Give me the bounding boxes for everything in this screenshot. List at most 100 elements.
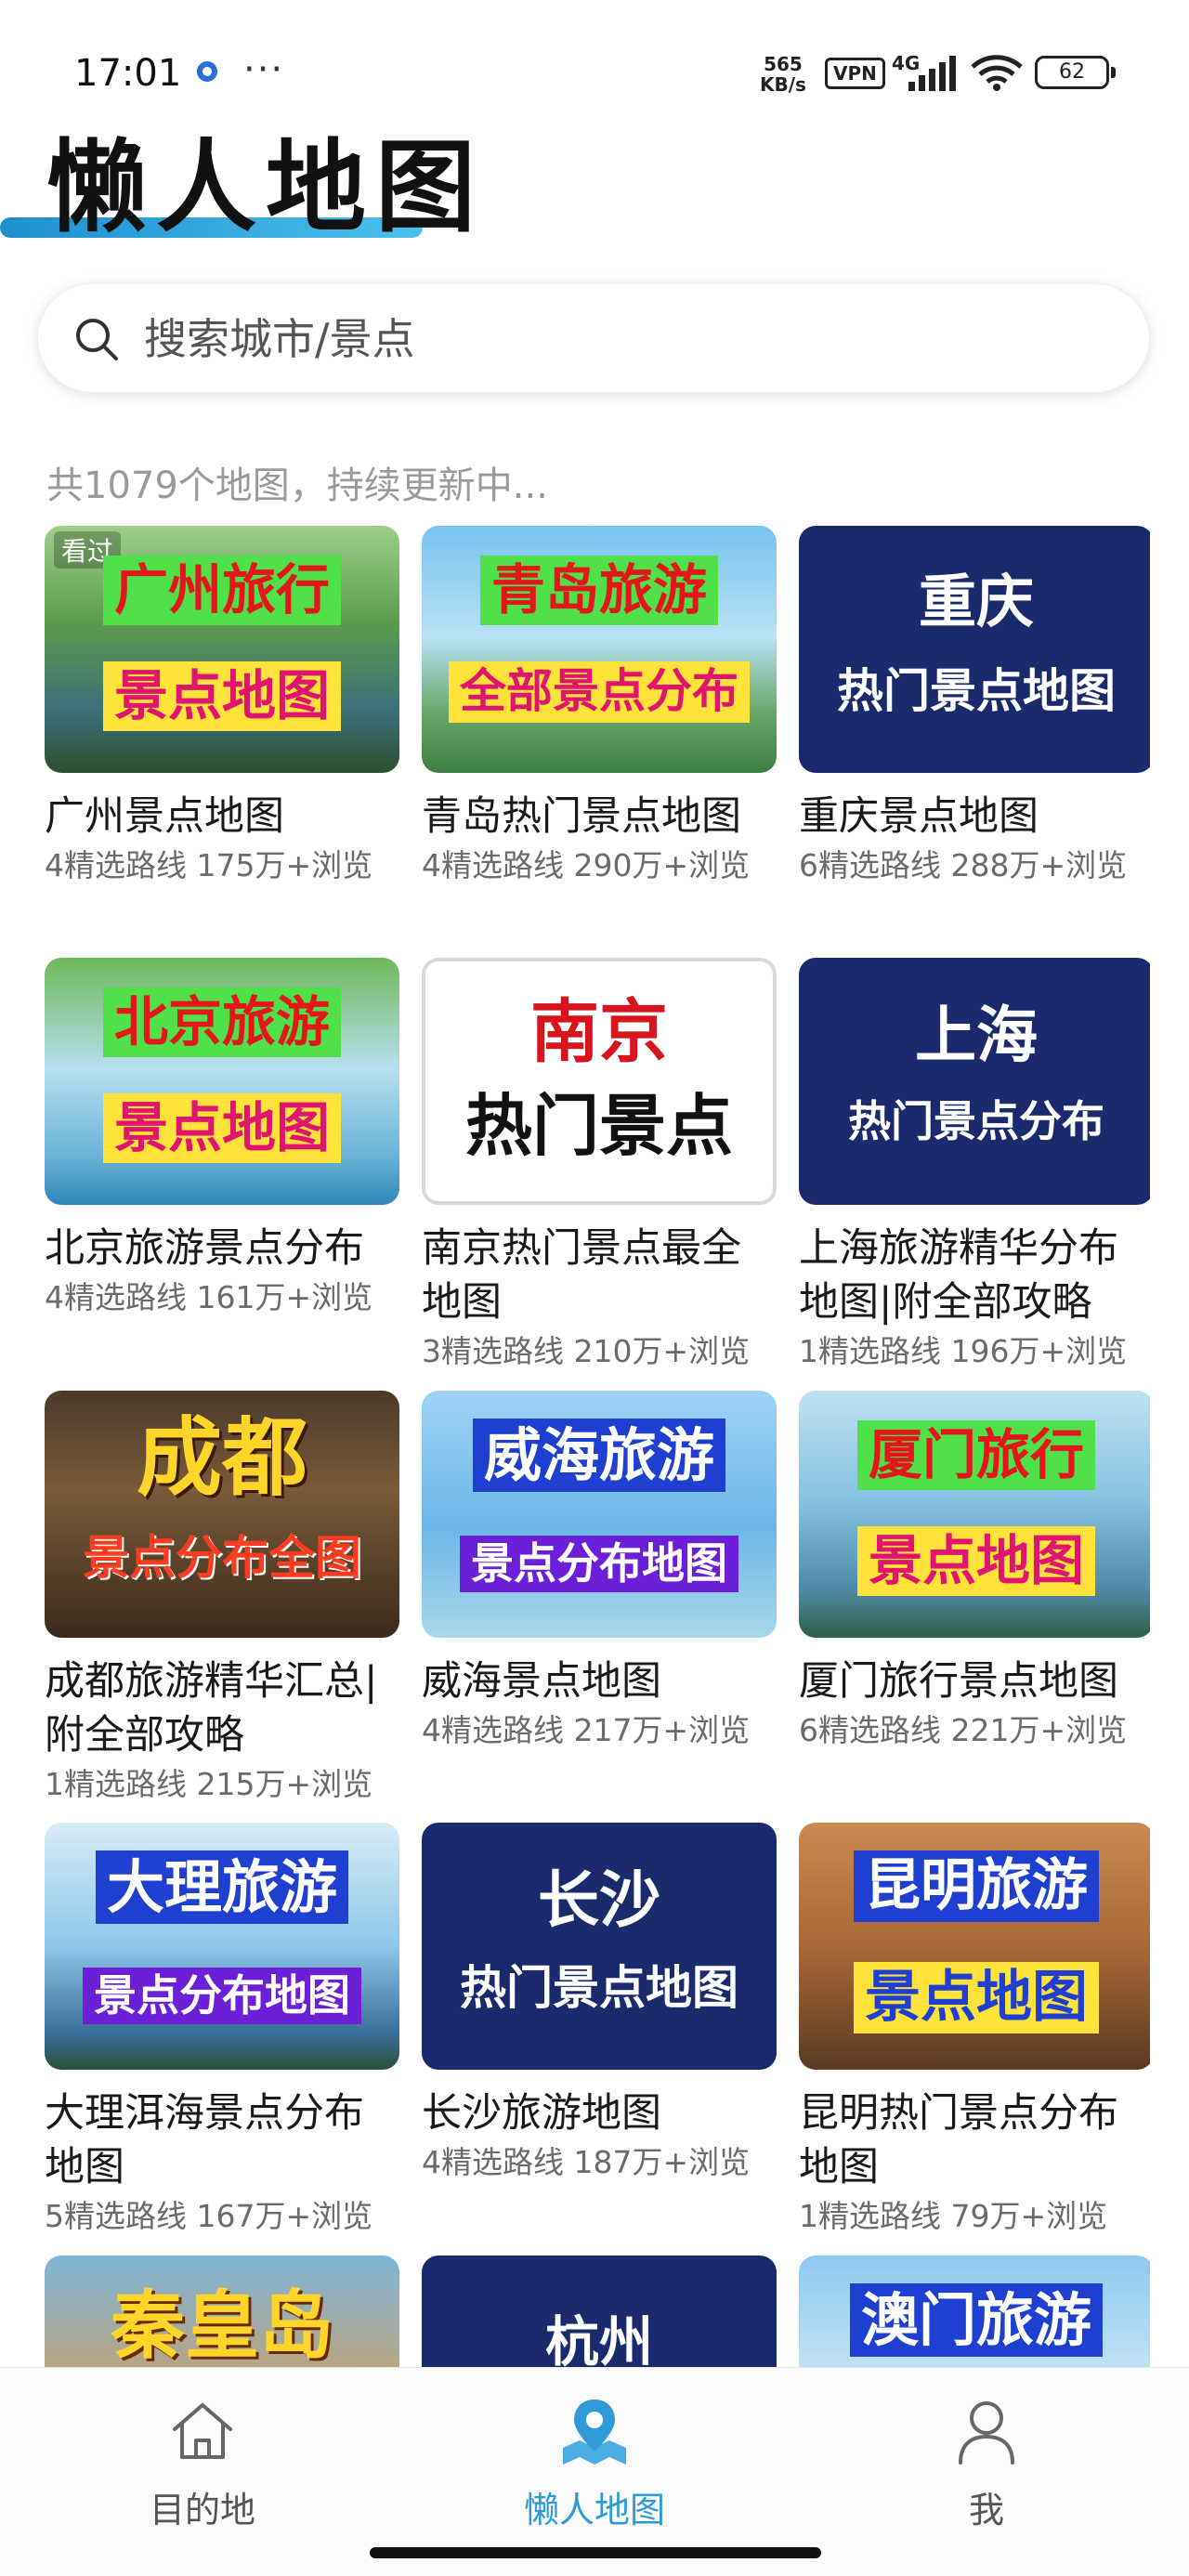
map-stats: 1精选路线 196万+浏览 [799, 1333, 1128, 1369]
home-icon [173, 2403, 232, 2459]
map-thumbnail: 看过 广州旅行 景点地图 [45, 526, 399, 773]
thumb-title: 北京旅游 [102, 987, 342, 1057]
thumb-title: 昆明旅游 [854, 1850, 1099, 1922]
map-thumbnail: 厦门旅行 景点地图 [799, 1391, 1150, 1638]
bottom-nav: 目的地 懒人地图 我 [0, 2367, 1189, 2576]
map-thumbnail: 杭州 [422, 2256, 777, 2369]
map-card-qingdao[interactable]: 青岛旅游 全部景点分布 青岛热门景点地图 4精选路线 290万+浏览 [422, 526, 777, 886]
map-title: 南京热门景点最全地图 [422, 1225, 741, 1326]
thumb-title: 大理旅游 [95, 1850, 349, 1925]
map-card-xiamen[interactable]: 厦门旅行 景点地图 厦门旅行景点地图 6精选路线 221万+浏览 [799, 1391, 1150, 1751]
map-title: 广州景点地图 [45, 793, 284, 840]
map-thumbnail: 重庆 热门景点地图 [799, 526, 1150, 773]
map-card-weihai[interactable]: 威海旅游 景点分布地图 威海景点地图 4精选路线 217万+浏览 [422, 1391, 777, 1751]
map-grid: 看过 广州旅行 景点地图 广州景点地图 4精选路线 175万+浏览 青岛旅游 全… [45, 526, 1150, 2369]
map-thumbnail: 青岛旅游 全部景点分布 [422, 526, 777, 773]
map-title: 重庆景点地图 [799, 793, 1039, 840]
map-card-beijing[interactable]: 北京旅游 景点地图 北京旅游景点分布 4精选路线 161万+浏览 [45, 958, 399, 1318]
map-thumbnail: 北京旅游 景点地图 [45, 958, 399, 1205]
thumb-title: 南京 [530, 992, 668, 1072]
map-card-guangzhou[interactable]: 看过 广州旅行 景点地图 广州景点地图 4精选路线 175万+浏览 [45, 526, 399, 886]
map-card-hangzhou[interactable]: 杭州 [422, 2256, 777, 2369]
map-thumbnail: 长沙 热门景点地图 [422, 1823, 777, 2070]
thumb-title: 杭州 [544, 2310, 654, 2369]
tab-destinations[interactable]: 目的地 [82, 2394, 323, 2532]
thumb-title: 成都 [136, 1408, 308, 1508]
thumb-subtitle: 热门景点地图 [837, 664, 1116, 718]
net-speed-unit: KB/s [760, 73, 806, 96]
tab-me[interactable]: 我 [866, 2394, 1107, 2532]
map-thumbnail: 成都 景点分布全图 [45, 1391, 399, 1638]
thumb-title: 厦门旅行 [856, 1420, 1096, 1490]
thumb-subtitle: 景点地图 [102, 661, 342, 731]
map-card-nanjing[interactable]: 南京 热门景点 南京热门景点最全地图 3精选路线 210万+浏览 [422, 958, 777, 1372]
map-count: 共1079个地图，持续更新中... [46, 464, 548, 507]
map-stats: 4精选路线 175万+浏览 [45, 847, 373, 883]
more-notifications: ··· [243, 48, 285, 91]
thumb-subtitle: 热门景点地图 [460, 1961, 738, 2015]
map-thumbnail: 大理旅游 景点分布地图 [45, 1823, 399, 2070]
map-thumbnail: 上海 热门景点分布 [799, 958, 1150, 1205]
thumb-title: 重庆 [918, 568, 1035, 635]
map-thumbnail: 威海旅游 景点分布地图 [422, 1391, 777, 1638]
tab-label: 目的地 [149, 2490, 255, 2530]
map-card-dali[interactable]: 大理旅游 景点分布地图 大理洱海景点分布地图 5精选路线 167万+浏览 [45, 1823, 399, 2237]
battery-icon: 62 [1035, 56, 1116, 89]
map-card-chongqing[interactable]: 重庆 热门景点地图 重庆景点地图 6精选路线 288万+浏览 [799, 526, 1150, 886]
search-bar[interactable] [37, 283, 1150, 394]
net-speed: 565 KB/s [760, 54, 806, 95]
map-card-macau[interactable]: 澳门旅游 [799, 2256, 1150, 2369]
map-card-shanghai[interactable]: 上海 热门景点分布 上海旅游精华分布地图|附全部攻略 1精选路线 196万+浏览 [799, 958, 1150, 1372]
map-stats: 6精选路线 288万+浏览 [799, 847, 1128, 883]
map-title: 昆明热门景点分布地图 [799, 2090, 1118, 2190]
map-title: 成都旅游精华汇总|附全部攻略 [45, 1658, 378, 1759]
page-title: 懒人地图 [46, 130, 486, 246]
tab-lazy-map[interactable]: 懒人地图 [474, 2394, 715, 2532]
map-card-chengdu[interactable]: 成都 景点分布全图 成都旅游精华汇总|附全部攻略 1精选路线 215万+浏览 [45, 1391, 399, 1805]
app-notification-icon [197, 61, 217, 82]
net-speed-value: 565 [764, 53, 803, 75]
map-title: 厦门旅行景点地图 [799, 1658, 1118, 1705]
thumb-subtitle: 景点分布地图 [83, 1968, 361, 2024]
search-input[interactable] [142, 284, 1075, 394]
map-title: 上海旅游精华分布地图|附全部攻略 [799, 1225, 1118, 1326]
user-icon [959, 2401, 1014, 2465]
thumb-title: 秦皇岛 [111, 2282, 333, 2369]
map-thumbnail: 秦皇岛 [45, 2256, 399, 2369]
thumb-subtitle: 热门景点 [464, 1087, 734, 1165]
map-title: 长沙旅游地图 [422, 2090, 661, 2137]
map-stats: 1精选路线 79万+浏览 [799, 2198, 1108, 2234]
map-stats: 4精选路线 187万+浏览 [422, 2144, 751, 2180]
map-card-qinhuangdao[interactable]: 秦皇岛 [45, 2256, 399, 2369]
map-thumbnail: 南京 热门景点 [422, 958, 777, 1205]
thumb-subtitle: 景点分布地图 [460, 1536, 738, 1592]
map-title: 青岛热门景点地图 [422, 793, 741, 840]
map-card-changsha[interactable]: 长沙 热门景点地图 长沙旅游地图 4精选路线 187万+浏览 [422, 1823, 777, 2183]
thumb-title: 上海 [915, 1000, 1038, 1071]
wifi-icon [971, 55, 1023, 91]
page-header: 懒人地图 [46, 128, 485, 249]
vpn-icon: VPN [825, 58, 885, 89]
home-indicator[interactable] [370, 2547, 821, 2558]
map-stats: 5精选路线 167万+浏览 [45, 2198, 373, 2234]
map-title: 北京旅游景点分布 [45, 1225, 364, 1272]
status-time: 17:01 [74, 52, 182, 95]
thumb-title: 威海旅游 [472, 1419, 726, 1493]
thumb-subtitle: 景点分布全图 [83, 1531, 361, 1585]
status-bar: 17:01 ··· 565 KB/s VPN 4G 62 [0, 0, 1189, 139]
map-card-kunming[interactable]: 昆明旅游 景点地图 昆明热门景点分布地图 1精选路线 79万+浏览 [799, 1823, 1150, 2237]
thumb-subtitle: 景点地图 [856, 1526, 1096, 1596]
thumb-subtitle: 景点地图 [102, 1093, 342, 1163]
map-stats: 3精选路线 210万+浏览 [422, 1333, 751, 1369]
thumb-title: 澳门旅游 [849, 2283, 1104, 2358]
map-thumbnail: 澳门旅游 [799, 2256, 1150, 2369]
tab-label: 懒人地图 [523, 2490, 665, 2530]
map-thumbnail: 昆明旅游 景点地图 [799, 1823, 1150, 2070]
map-stats: 4精选路线 217万+浏览 [422, 1712, 751, 1748]
map-stats: 4精选路线 161万+浏览 [45, 1279, 373, 1315]
thumb-subtitle: 景点地图 [854, 1962, 1099, 2033]
thumb-title: 广州旅行 [102, 556, 342, 625]
search-icon [76, 319, 118, 360]
map-stats: 1精选路线 215万+浏览 [45, 1766, 373, 1802]
thumb-subtitle: 热门景点分布 [848, 1096, 1104, 1146]
